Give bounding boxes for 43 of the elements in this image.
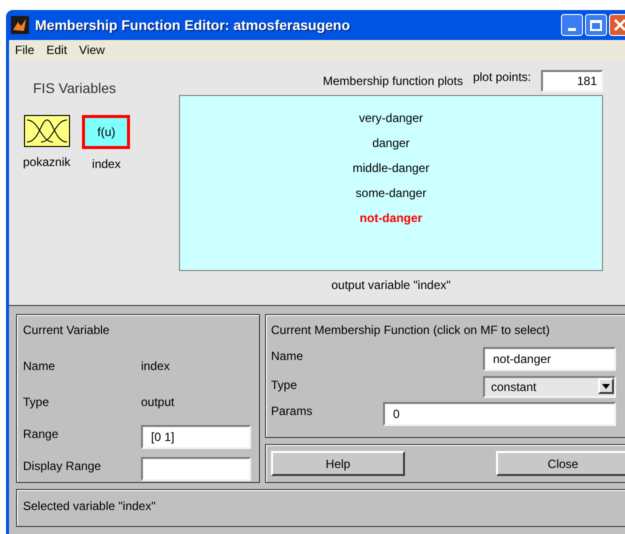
plot-points-label: plot points: xyxy=(472,69,531,86)
minimize-button[interactable] xyxy=(561,14,583,36)
dialog-button[interactable]: Help xyxy=(271,451,405,476)
mf-name-field[interactable]: not-danger xyxy=(483,347,616,371)
close-icon xyxy=(614,19,625,31)
range-field[interactable]: [0 1] xyxy=(141,425,251,449)
plot-caption: output variable "index" xyxy=(330,277,452,294)
output-variable-icon[interactable]: f(u) xyxy=(82,115,130,149)
input-variable-icon[interactable] xyxy=(24,115,70,147)
field-label: Params xyxy=(271,403,314,420)
menu-item[interactable]: Edit xyxy=(46,41,68,59)
dialog-button[interactable]: Close xyxy=(496,451,625,476)
maximize-button[interactable] xyxy=(585,14,607,36)
field-label: Type xyxy=(271,377,298,394)
fis-variables-title: FIS Variables xyxy=(32,79,117,98)
panel-title: Current Membership Function (click on MF to select) xyxy=(271,322,551,339)
membership-function-label[interactable]: some-danger xyxy=(356,185,426,202)
plot-title: Membership function plots xyxy=(322,73,463,90)
params-field[interactable]: 0 xyxy=(383,402,616,426)
membership-function-label[interactable]: not-danger xyxy=(360,210,422,227)
app-logo-icon xyxy=(11,16,29,34)
menu-item[interactable]: View xyxy=(79,41,105,59)
panel-title: Current Variable xyxy=(23,322,110,339)
variable-name: index xyxy=(92,156,121,173)
status-text: Selected variable "index" xyxy=(23,499,156,513)
variable-type-value: output xyxy=(141,394,174,411)
field-label: Type xyxy=(23,394,50,411)
window-title: Membership Function Editor: atmosferasugeno xyxy=(35,16,350,35)
variable-name-value: index xyxy=(141,358,170,375)
membership-function-label[interactable]: very-danger xyxy=(358,110,424,127)
display-range-field[interactable] xyxy=(141,457,251,481)
membership-function-label[interactable]: danger xyxy=(372,135,410,152)
mf-type-dropdown[interactable]: constant xyxy=(483,376,616,398)
field-label: Name xyxy=(271,348,304,365)
membership-curves-icon xyxy=(26,118,67,144)
plot-points-field[interactable]: 181 xyxy=(541,70,603,92)
close-button[interactable] xyxy=(609,14,625,36)
field-label: Range xyxy=(23,426,60,443)
variable-name: pokaznik xyxy=(23,154,70,171)
field-label: Name xyxy=(23,358,56,375)
menu-item[interactable]: File xyxy=(15,41,34,59)
membership-function-label[interactable]: middle-danger xyxy=(352,160,430,177)
field-label: Display Range xyxy=(23,458,102,475)
